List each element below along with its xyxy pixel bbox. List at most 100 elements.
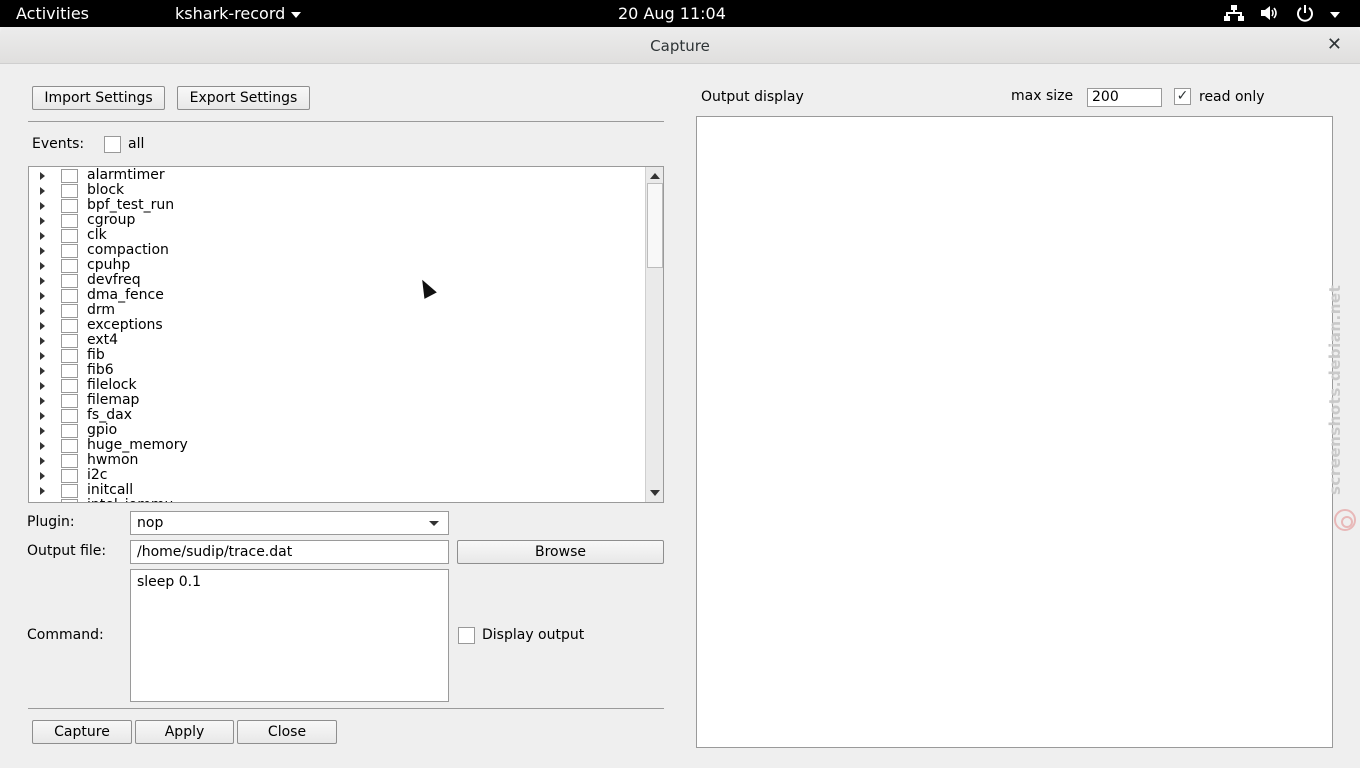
event-checkbox[interactable] <box>61 199 78 213</box>
chevron-down-icon <box>291 11 302 18</box>
event-label: devfreq <box>87 272 141 288</box>
expand-arrow-icon[interactable] <box>40 172 45 180</box>
event-checkbox[interactable] <box>61 274 78 288</box>
apply-button[interactable]: Apply <box>135 720 234 744</box>
output-file-label: Output file: <box>27 543 107 559</box>
event-row[interactable]: exceptions <box>29 317 645 334</box>
expand-arrow-icon[interactable] <box>40 187 45 195</box>
event-row[interactable]: fs_dax <box>29 407 645 424</box>
close-icon[interactable]: ✕ <box>1327 34 1342 55</box>
close-button[interactable]: Close <box>237 720 337 744</box>
event-checkbox[interactable] <box>61 289 78 303</box>
display-output-checkbox[interactable] <box>458 627 475 644</box>
expand-arrow-icon[interactable] <box>40 502 45 503</box>
expand-arrow-icon[interactable] <box>40 472 45 480</box>
expand-arrow-icon[interactable] <box>40 217 45 225</box>
event-checkbox[interactable] <box>61 334 78 348</box>
expand-arrow-icon[interactable] <box>40 442 45 450</box>
plugin-select[interactable]: nop <box>130 511 449 535</box>
activities-button[interactable]: Activities <box>16 4 89 23</box>
expand-arrow-icon[interactable] <box>40 277 45 285</box>
chevron-down-icon <box>429 521 439 526</box>
capture-window: Capture ✕ Import Settings Export Setting… <box>0 27 1360 768</box>
event-checkbox[interactable] <box>61 439 78 453</box>
event-checkbox[interactable] <box>61 394 78 408</box>
command-textarea[interactable]: sleep 0.1 <box>130 569 449 702</box>
event-row[interactable]: ext4 <box>29 332 645 349</box>
event-row[interactable]: fib <box>29 347 645 364</box>
read-only-checkbox[interactable]: ✓ <box>1174 88 1191 105</box>
divider <box>28 121 664 122</box>
event-checkbox[interactable] <box>61 244 78 258</box>
event-label: exceptions <box>87 317 163 333</box>
scroll-thumb[interactable] <box>647 183 663 268</box>
expand-arrow-icon[interactable] <box>40 412 45 420</box>
max-size-input[interactable]: 200 <box>1087 88 1162 107</box>
browse-button[interactable]: Browse <box>457 540 664 564</box>
output-display-label: Output display <box>701 89 804 105</box>
volume-icon <box>1260 5 1280 25</box>
event-checkbox[interactable] <box>61 214 78 228</box>
event-checkbox[interactable] <box>61 424 78 438</box>
output-display-area[interactable] <box>696 116 1333 748</box>
scroll-down-icon[interactable] <box>650 490 660 496</box>
event-checkbox[interactable] <box>61 454 78 468</box>
expand-arrow-icon[interactable] <box>40 352 45 360</box>
event-checkbox[interactable] <box>61 364 78 378</box>
top-bar: Activities kshark-record 20 Aug 11:04 <box>0 0 1360 27</box>
event-label: hwmon <box>87 452 139 468</box>
event-row[interactable]: cgroup <box>29 212 645 229</box>
event-checkbox[interactable] <box>61 484 78 498</box>
event-label: cgroup <box>87 212 136 228</box>
event-label: fib <box>87 347 105 363</box>
expand-arrow-icon[interactable] <box>40 262 45 270</box>
watermark: screenshots.debian.net <box>1318 285 1358 545</box>
event-checkbox[interactable] <box>61 349 78 363</box>
event-label: intel_iommu <box>87 497 173 502</box>
event-checkbox[interactable] <box>61 184 78 198</box>
expand-arrow-icon[interactable] <box>40 292 45 300</box>
clock[interactable]: 20 Aug 11:04 <box>618 4 726 23</box>
app-menu[interactable]: kshark-record <box>175 4 302 23</box>
expand-arrow-icon[interactable] <box>40 427 45 435</box>
expand-arrow-icon[interactable] <box>40 307 45 315</box>
import-settings-button[interactable]: Import Settings <box>32 86 165 110</box>
expand-arrow-icon[interactable] <box>40 322 45 330</box>
event-row[interactable]: hwmon <box>29 452 645 469</box>
event-row[interactable]: dma_fence <box>29 287 645 304</box>
event-label: clk <box>87 227 107 243</box>
expand-arrow-icon[interactable] <box>40 457 45 465</box>
watermark-logo-icon <box>1334 509 1356 531</box>
expand-arrow-icon[interactable] <box>40 382 45 390</box>
events-scrollbar[interactable] <box>645 167 663 502</box>
event-checkbox[interactable] <box>61 304 78 318</box>
expand-arrow-icon[interactable] <box>40 247 45 255</box>
watermark-text: screenshots.debian.net <box>1326 284 1344 495</box>
event-checkbox[interactable] <box>61 499 78 502</box>
expand-arrow-icon[interactable] <box>40 232 45 240</box>
scroll-up-icon[interactable] <box>650 173 660 179</box>
event-label: fs_dax <box>87 407 132 423</box>
output-file-input[interactable]: /home/sudip/trace.dat <box>130 540 449 564</box>
expand-arrow-icon[interactable] <box>40 397 45 405</box>
event-checkbox[interactable] <box>61 169 78 183</box>
event-label: bpf_test_run <box>87 197 175 213</box>
expand-arrow-icon[interactable] <box>40 367 45 375</box>
expand-arrow-icon[interactable] <box>40 202 45 210</box>
event-row[interactable]: intel_iommu <box>29 497 645 503</box>
event-checkbox[interactable] <box>61 319 78 333</box>
export-settings-button[interactable]: Export Settings <box>177 86 310 110</box>
event-label: i2c <box>87 467 108 483</box>
event-label: dma_fence <box>87 287 164 303</box>
expand-arrow-icon[interactable] <box>40 487 45 495</box>
events-tree[interactable]: alarmtimer block bpf_test_run cgroup clk comp… <box>28 166 664 503</box>
expand-arrow-icon[interactable] <box>40 337 45 345</box>
system-tray[interactable] <box>1224 4 1340 26</box>
event-checkbox[interactable] <box>61 409 78 423</box>
capture-button[interactable]: Capture <box>32 720 132 744</box>
event-checkbox[interactable] <box>61 259 78 273</box>
events-all-checkbox[interactable] <box>104 136 121 153</box>
event-checkbox[interactable] <box>61 229 78 243</box>
event-checkbox[interactable] <box>61 469 78 483</box>
event-checkbox[interactable] <box>61 379 78 393</box>
